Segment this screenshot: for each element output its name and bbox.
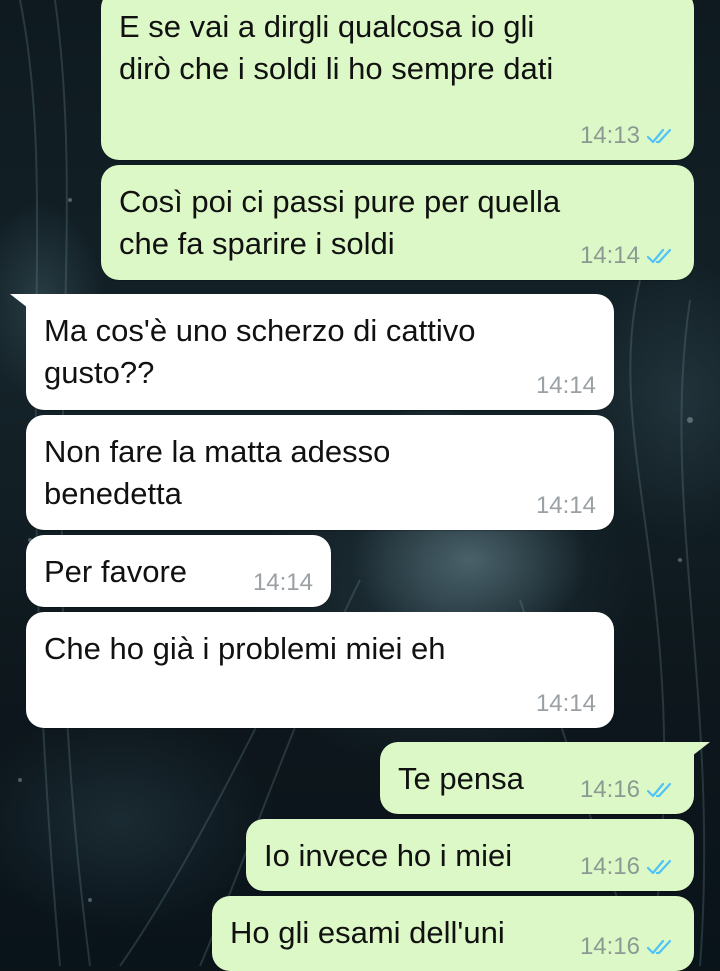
incoming-message-bubble[interactable]: Che ho già i problemi miei eh 14:14 [26, 612, 614, 728]
message-meta: 14:14 [253, 569, 313, 597]
message-text: Te pensa [398, 761, 524, 796]
message-timestamp: 14:14 [252, 569, 313, 596]
message-text: Che ho già i problemi miei eh [44, 631, 446, 666]
outgoing-message-bubble[interactable]: Ho gli esami dell'uni 14:16 [212, 896, 694, 971]
double-check-icon [646, 782, 672, 798]
message-meta: 14:14 [536, 690, 596, 718]
message-timestamp: 14:14 [579, 242, 640, 269]
message-meta: 14:16 [580, 776, 676, 804]
message-text: Ho gli esami dell'uni [230, 915, 505, 950]
double-check-icon [646, 939, 672, 955]
message-timestamp: 14:13 [579, 122, 640, 149]
message-meta: 14:16 [580, 853, 676, 881]
double-check-icon [646, 248, 672, 264]
message-text: Non fare la matta adesso benedetta [44, 434, 391, 511]
incoming-message-bubble[interactable]: Ma cos'è uno scherzo di cattivo gusto?? 1… [10, 294, 614, 410]
message-text: Io invece ho i miei [264, 838, 513, 873]
message-timestamp: 14:16 [579, 853, 640, 880]
message-timestamp: 14:14 [535, 372, 596, 399]
message-meta: 14:16 [580, 933, 676, 961]
incoming-message-bubble[interactable]: Per favore 14:14 [26, 535, 331, 607]
double-check-icon [646, 859, 672, 875]
bubble-tail [10, 294, 28, 308]
message-timestamp: 14:16 [579, 933, 640, 960]
message-text: Per favore [44, 554, 188, 589]
message-meta: 14:14 [536, 372, 596, 400]
message-meta: 14:13 [580, 122, 676, 150]
message-meta: 14:14 [580, 242, 676, 270]
message-timestamp: 14:16 [579, 776, 640, 803]
outgoing-message-bubble[interactable]: Te pensa 14:16 [380, 742, 710, 814]
bubble-tail [692, 742, 710, 756]
outgoing-message-bubble[interactable]: Io invece ho i miei 14:16 [246, 819, 694, 891]
outgoing-message-bubble[interactable]: E se vai a dirgli qualcosa io gli dirò c… [101, 0, 694, 160]
message-timestamp: 14:14 [535, 492, 596, 519]
message-text: E se vai a dirgli qualcosa io gli dirò c… [119, 9, 554, 86]
message-text: Ma cos'è uno scherzo di cattivo gusto?? [44, 313, 476, 390]
message-timestamp: 14:14 [535, 690, 596, 717]
message-text: Così poi ci passi pure per quella che fa… [119, 184, 561, 261]
outgoing-message-bubble[interactable]: Così poi ci passi pure per quella che fa… [101, 165, 694, 280]
incoming-message-bubble[interactable]: Non fare la matta adesso benedetta 14:14 [26, 415, 614, 530]
message-meta: 14:14 [536, 492, 596, 520]
double-check-icon [646, 128, 672, 144]
